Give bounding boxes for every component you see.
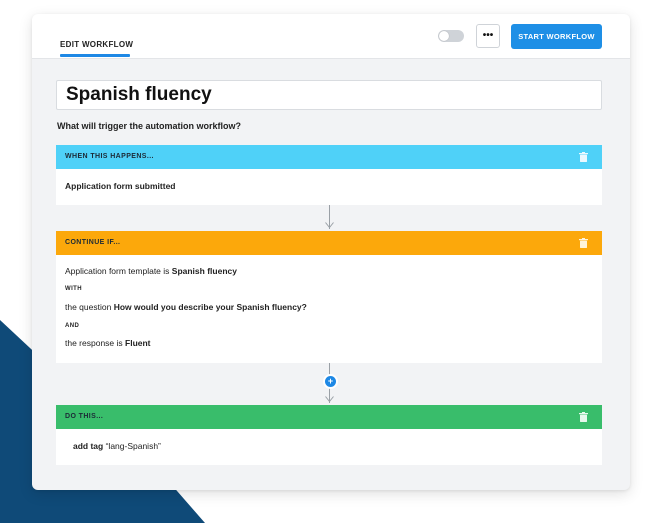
do-this-block: DO THIS... add tag “lang-Spanish” bbox=[56, 405, 602, 465]
more-options-button[interactable]: ••• bbox=[476, 24, 500, 48]
condition-template-value: Spanish fluency bbox=[171, 266, 237, 276]
trash-icon[interactable] bbox=[579, 238, 588, 248]
condition-template[interactable]: Application form template is Spanish flu… bbox=[65, 266, 237, 276]
condition-response-label: the response is bbox=[65, 338, 126, 348]
do-this-header: DO THIS... bbox=[56, 405, 602, 429]
action-label: add tag bbox=[73, 441, 104, 451]
workflow-toggle[interactable] bbox=[438, 30, 464, 42]
when-header: WHEN THIS HAPPENS... bbox=[56, 145, 602, 169]
tab-edit-workflow[interactable]: EDIT WORKFLOW bbox=[60, 40, 133, 49]
arrow-down-icon bbox=[325, 222, 334, 229]
action-value: “lang-Spanish” bbox=[103, 441, 161, 451]
continue-if-header-label: CONTINUE IF... bbox=[65, 239, 121, 246]
workflow-title: Spanish fluency bbox=[66, 84, 212, 105]
do-this-body: add tag “lang-Spanish” bbox=[56, 429, 602, 465]
condition-response-value: Fluent bbox=[125, 338, 151, 348]
active-tab-indicator bbox=[60, 54, 130, 57]
workflow-title-field[interactable]: Spanish fluency bbox=[56, 80, 602, 110]
when-block: WHEN THIS HAPPENS... Application form su… bbox=[56, 145, 602, 205]
continue-if-body: Application form template is Spanish flu… bbox=[56, 255, 602, 363]
action-add-tag[interactable]: add tag “lang-Spanish” bbox=[73, 441, 161, 451]
with-label: WITH bbox=[65, 286, 82, 292]
continue-if-header: CONTINUE IF... bbox=[56, 231, 602, 255]
and-label: AND bbox=[65, 323, 80, 329]
top-bar: EDIT WORKFLOW ••• START WORKFLOW bbox=[32, 14, 630, 59]
condition-template-label: Application form template is bbox=[65, 266, 172, 276]
trash-icon[interactable] bbox=[579, 412, 588, 422]
add-step-icon[interactable]: + bbox=[325, 376, 336, 387]
trigger-question: What will trigger the automation workflo… bbox=[57, 121, 241, 131]
start-workflow-button[interactable]: START WORKFLOW bbox=[511, 24, 602, 49]
trigger-event[interactable]: Application form submitted bbox=[65, 181, 176, 191]
condition-question-value: How would you describe your Spanish flue… bbox=[113, 302, 307, 312]
condition-question-label: the question bbox=[65, 302, 114, 312]
continue-if-block: CONTINUE IF... Application form template… bbox=[56, 231, 602, 363]
toggle-knob bbox=[439, 31, 449, 41]
condition-question[interactable]: the question How would you describe your… bbox=[65, 302, 307, 312]
workflow-editor-card: EDIT WORKFLOW ••• START WORKFLOW Spanish… bbox=[32, 14, 630, 490]
trash-icon[interactable] bbox=[579, 152, 588, 162]
condition-response[interactable]: the response is Fluent bbox=[65, 338, 151, 348]
when-body: Application form submitted bbox=[56, 169, 602, 205]
arrow-down-icon bbox=[325, 396, 334, 403]
do-this-header-label: DO THIS... bbox=[65, 413, 104, 420]
when-header-label: WHEN THIS HAPPENS... bbox=[65, 153, 154, 160]
